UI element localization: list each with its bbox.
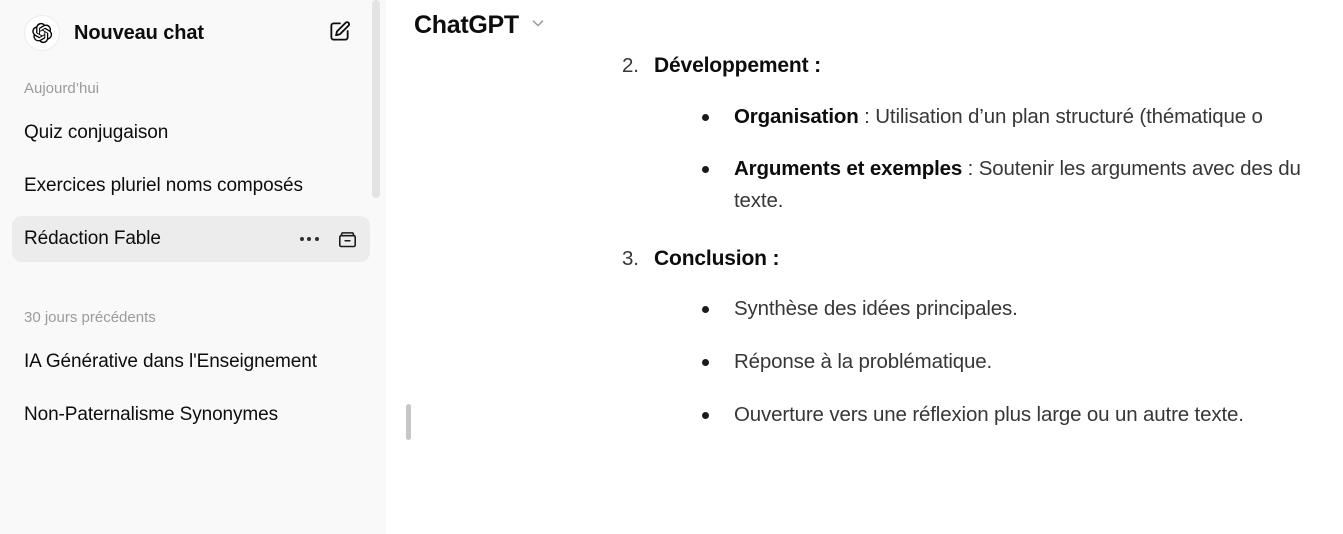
ordered-list: Développement : Organisation : Utilisati… <box>618 50 1343 431</box>
new-chat-pencil-square-icon <box>328 20 351 46</box>
bullet-ouverture: Ouverture vers une réflexion plus large … <box>700 399 1343 431</box>
main-header: ChatGPT <box>386 0 1343 50</box>
openai-logo-icon <box>24 15 60 51</box>
list-item-developpement: Développement : Organisation : Utilisati… <box>618 50 1343 217</box>
sidebar: Nouveau chat Aujourd’hui Quiz conjugaiso… <box>0 0 386 534</box>
bullet-arguments-et-exemples: Arguments et exemples : Soutenir les arg… <box>700 153 1343 217</box>
bullet-strong-label: Arguments et exemples <box>734 157 963 181</box>
bullet-organisation: Organisation : Utilisation d’un plan str… <box>700 101 1343 133</box>
bullet-separator: : <box>858 104 876 128</box>
bullet-synthese: Synthèse des idées principales. <box>700 293 1343 325</box>
new-chat-label: Nouveau chat <box>74 21 204 44</box>
bullet-reponse: Réponse à la problématique. <box>700 346 1343 378</box>
chatgpt-app-window: Nouveau chat Aujourd’hui Quiz conjugaiso… <box>0 0 1343 534</box>
more-options-dots-icon[interactable] <box>298 228 320 250</box>
list-item-conclusion: Conclusion : Synthèse des idées principa… <box>618 243 1343 431</box>
bullet-text: Soutenir les arguments avec des <box>978 157 1273 181</box>
sidebar-item-non-paternalisme[interactable]: Non-Paternalisme Synonymes <box>12 392 370 438</box>
bullet-strong-label: Organisation <box>734 104 859 128</box>
sidebar-item-redaction-fable[interactable]: Rédaction Fable <box>12 216 370 262</box>
bullet-text: Utilisation d’un plan structuré (thémati… <box>875 104 1263 128</box>
sidebar-scrollbar[interactable] <box>372 0 380 198</box>
sidebar-item-quiz-conjugaison[interactable]: Quiz conjugaison <box>12 110 370 156</box>
bullet-list-conclusion: Synthèse des idées principales. Réponse … <box>654 293 1343 430</box>
sidebar-item-ia-generative[interactable]: IA Générative dans l'Enseignement <box>12 339 370 385</box>
model-name-label: ChatGPT <box>414 10 519 39</box>
new-chat-brand-button[interactable]: Nouveau chat <box>24 15 322 51</box>
bullet-list-developpement: Organisation : Utilisation d’un plan str… <box>654 101 1343 217</box>
chat-item-label: Quiz conjugaison <box>24 122 169 143</box>
chat-group-label-previous-30-days: 30 jours précédents <box>24 308 156 326</box>
sidebar-chat-list: Aujourd’hui Quiz conjugaison Exercices p… <box>0 66 386 534</box>
section-heading: Conclusion : <box>654 246 780 270</box>
chat-item-label: Non-Paternalisme Synonymes <box>24 404 279 425</box>
chat-item-label: Exercices pluriel noms composés <box>24 175 303 196</box>
chat-item-label: Rédaction Fable <box>24 228 161 249</box>
bullet-text: Ouverture vers une réflexion plus large … <box>734 402 1244 426</box>
chat-item-actions <box>288 228 358 250</box>
main-content: ChatGPT Développement : Organisation : U… <box>386 0 1343 534</box>
bullet-text: Synthèse des idées principales. <box>734 297 1018 321</box>
sidebar-header: Nouveau chat <box>0 0 386 66</box>
new-chat-button[interactable] <box>322 16 356 50</box>
sidebar-item-exercices-pluriel[interactable]: Exercices pluriel noms composés <box>12 163 370 209</box>
assistant-message: Développement : Organisation : Utilisati… <box>618 50 1343 431</box>
conversation-scroll-area: Développement : Organisation : Utilisati… <box>386 50 1343 534</box>
bullet-text: Réponse à la problématique. <box>734 350 993 374</box>
archive-box-icon[interactable] <box>336 228 358 250</box>
chat-group-label-today: Aujourd’hui <box>24 79 100 97</box>
chevron-down-icon <box>529 14 547 37</box>
bullet-separator: : <box>962 157 979 181</box>
model-switcher-button[interactable]: ChatGPT <box>414 9 553 42</box>
chat-item-label: IA Générative dans l'Enseignement <box>24 351 317 372</box>
section-heading: Développement : <box>654 54 821 77</box>
